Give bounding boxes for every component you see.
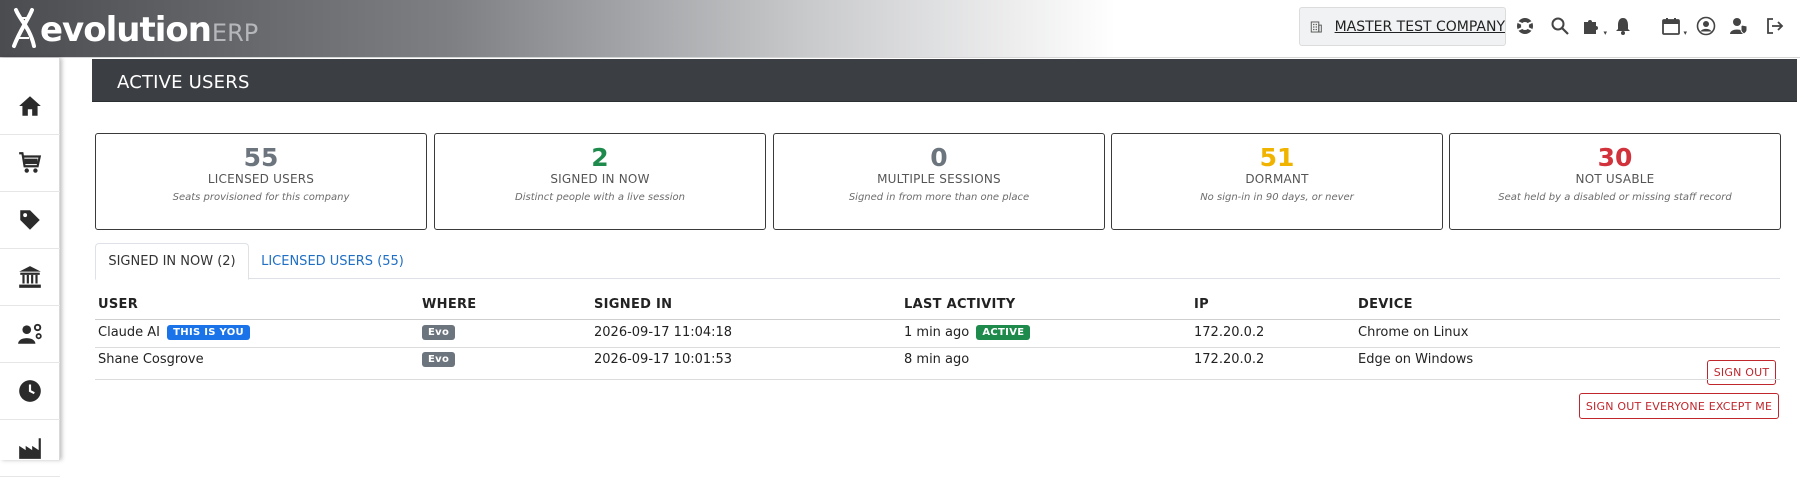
bell-icon[interactable] (1612, 15, 1634, 37)
sign-out-icon[interactable] (1764, 15, 1786, 37)
user-gear-icon (18, 323, 42, 344)
company-selector[interactable]: MASTER TEST COMPANY (1299, 7, 1506, 46)
app-logo[interactable]: evolution ERP (10, 6, 258, 50)
last-activity-cell: 8 min ago (904, 352, 970, 367)
sidebar-item-time[interactable] (0, 363, 60, 420)
column-header-ip: IP (1194, 297, 1209, 312)
sidebar-item-pricing[interactable] (0, 192, 60, 249)
table-row: Claude AI THIS IS YOU Evo 2026-09-17 11:… (95, 320, 1780, 348)
card-licensed-users: 55 LICENSED USERS Seats provisioned for … (95, 133, 427, 230)
logo-subtext: ERP (211, 19, 259, 47)
table-row: Shane Cosgrove Evo 2026-09-17 10:01:53 8… (95, 348, 1780, 385)
bank-icon (19, 266, 41, 288)
device-cell: Edge on Windows (1358, 352, 1474, 367)
card-value: 30 (1597, 143, 1633, 172)
row-divider (95, 379, 1780, 380)
page-header: ACTIVE USERS (92, 59, 1797, 102)
card-value: 2 (591, 143, 609, 172)
lifebuoy-icon[interactable] (1514, 15, 1536, 37)
calendar-icon[interactable]: ▾ (1660, 15, 1687, 37)
search-icon[interactable] (1549, 15, 1571, 37)
card-multiple-sessions: 0 MULTIPLE SESSIONS Signed in from more … (773, 133, 1105, 230)
user-circle-icon[interactable] (1695, 15, 1717, 37)
company-name: MASTER TEST COMPANY (1334, 18, 1505, 35)
column-header-signed-in: SIGNED IN (594, 297, 673, 312)
cart-icon (19, 152, 42, 173)
signed-in-cell: 2026-09-17 11:04:18 (594, 325, 733, 340)
last-activity-text: 1 min ago (904, 325, 970, 340)
sidebar-item-home[interactable] (0, 78, 60, 135)
card-label: LICENSED USERS (207, 172, 315, 186)
clock-icon (19, 380, 41, 402)
card-label: DORMANT (1245, 172, 1309, 186)
card-description: Signed in from more than one place (848, 192, 1030, 203)
user-cell: Claude AI THIS IS YOU (98, 325, 250, 340)
column-header-last-activity: LAST ACTIVITY (904, 297, 1016, 312)
where-cell: Evo (422, 352, 456, 367)
logo-dna-icon (12, 8, 36, 48)
card-label: SIGNED IN NOW (550, 172, 650, 186)
logo-text: evolution (40, 10, 212, 50)
device-cell: Chrome on Linux (1358, 325, 1469, 340)
active-status-badge: ACTIVE (976, 325, 1031, 340)
card-description: No sign-in in 90 days, or never (1200, 192, 1354, 203)
last-activity-cell: 1 min ago ACTIVE (904, 325, 1031, 340)
card-value: 0 (930, 143, 948, 172)
ip-cell: 172.20.0.2 (1194, 352, 1265, 367)
this-is-you-badge: THIS IS YOU (167, 325, 250, 340)
page-title: ACTIVE USERS (117, 72, 250, 93)
column-header-user: USER (98, 297, 139, 312)
where-badge: Evo (422, 325, 456, 340)
signed-in-cell: 2026-09-17 10:01:53 (594, 352, 733, 367)
card-signed-in-now: 2 SIGNED IN NOW Distinct people with a l… (434, 133, 766, 230)
tab-signed-in-now[interactable]: SIGNED IN NOW (2) (95, 243, 249, 280)
building-icon (1310, 21, 1322, 32)
card-dormant: 51 DORMANT No sign-in in 90 days, or nev… (1111, 133, 1443, 230)
sidebar-item-staff[interactable] (0, 306, 60, 363)
tag-icon (20, 210, 40, 230)
home-icon (19, 96, 41, 116)
column-header-where: WHERE (422, 297, 477, 312)
user-name: Claude AI (98, 325, 161, 340)
factory-icon (19, 438, 41, 459)
ip-cell: 172.20.0.2 (1194, 325, 1265, 340)
card-description: Seat held by a disabled or missing staff… (1498, 192, 1732, 203)
card-not-usable: 30 NOT USABLE Seat held by a disabled or… (1449, 133, 1781, 230)
sidebar-item-banking[interactable] (0, 249, 60, 306)
sign-out-session-button[interactable]: SIGN OUT (1707, 360, 1776, 385)
where-badge: Evo (422, 352, 456, 367)
tab-bar: SIGNED IN NOW (2) LICENSED USERS (55) (95, 243, 1780, 280)
sidebar-item-sales[interactable] (0, 135, 60, 192)
user-shield-icon[interactable] (1728, 15, 1750, 37)
user-name: Shane Cosgrove (98, 352, 204, 367)
card-value: 55 (243, 143, 279, 172)
card-value: 51 (1259, 143, 1295, 172)
top-bar: evolution ERP MASTER TEST COMPANY ▾ ▾ (0, 0, 1800, 58)
card-description: Seats provisioned for this company (172, 192, 350, 203)
card-label: MULTIPLE SESSIONS (877, 172, 1001, 186)
puzzle-icon[interactable]: ▾ (1580, 15, 1607, 37)
tab-licensed-users[interactable]: LICENSED USERS (55) (255, 243, 410, 280)
sign-out-everyone-button[interactable]: SIGN OUT EVERYONE EXCEPT ME (1579, 393, 1779, 419)
column-header-device: DEVICE (1358, 297, 1413, 312)
card-label: NOT USABLE (1575, 172, 1655, 186)
sidebar-item-manufacturing[interactable] (0, 420, 60, 477)
sidebar (0, 58, 60, 477)
card-description: Distinct people with a live session (515, 192, 685, 203)
where-cell: Evo (422, 325, 456, 340)
